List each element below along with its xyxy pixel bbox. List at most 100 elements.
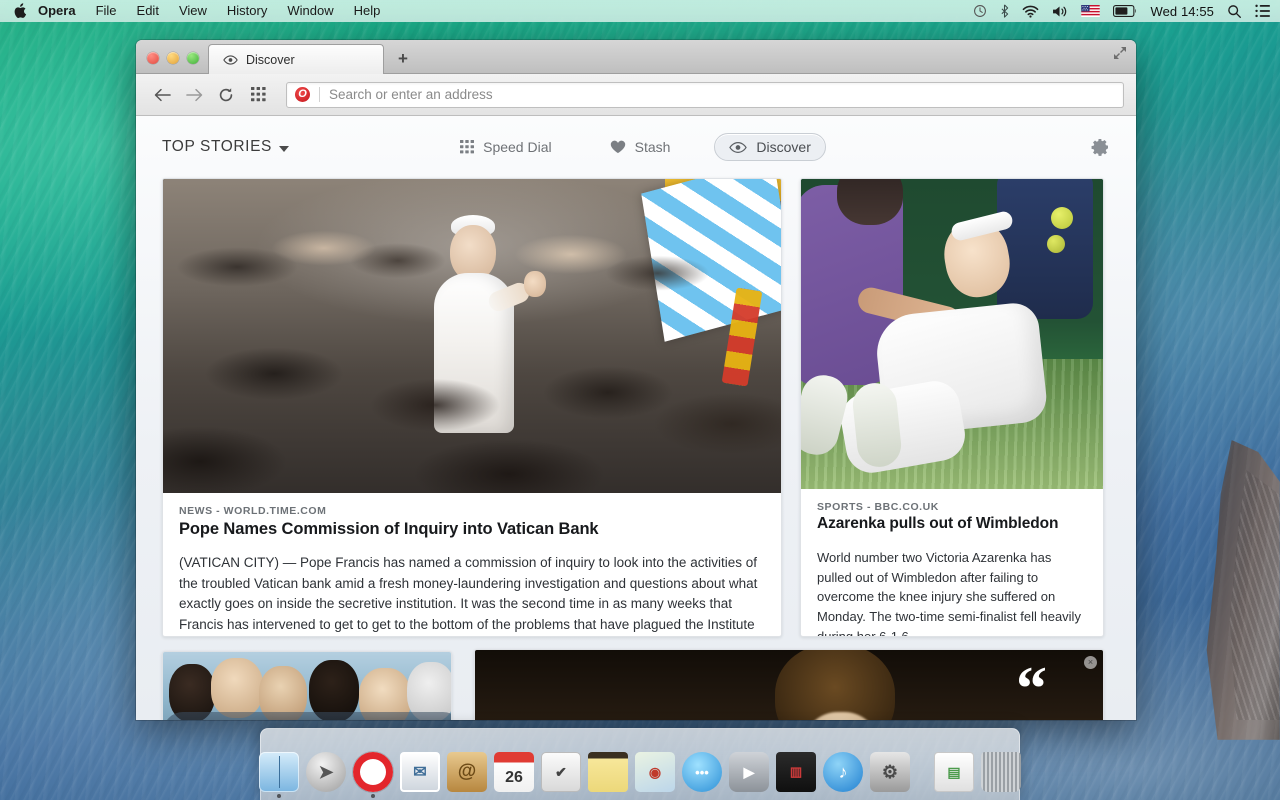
reload-icon[interactable]: [212, 81, 240, 109]
rocket-icon: ➤: [306, 752, 346, 792]
crowd-of-people-photo: [163, 652, 451, 720]
azarenka-on-grass-court-photo: [801, 179, 1103, 489]
window-controls: [136, 52, 208, 73]
music-note-icon: ♪: [823, 752, 863, 792]
zoom-window-button[interactable]: [187, 52, 199, 64]
article-card-bottom-right[interactable]: “ ×: [474, 649, 1104, 720]
crowd-heads-overlay: [163, 179, 781, 493]
running-indicator: [277, 794, 281, 798]
quote-glyph: “: [1016, 668, 1047, 711]
address-bar[interactable]: O Search or enter an address: [286, 82, 1124, 108]
video-camera-icon: ▶: [729, 752, 769, 792]
eye-icon: [729, 141, 747, 154]
discover-cards-grid: NEWS - WORLD.TIME.COM Pope Names Commiss…: [136, 178, 1136, 720]
tab-strip: Discover +: [136, 40, 1136, 74]
browser-toolbar: O Search or enter an address: [136, 74, 1136, 116]
mac-menu-bar: Opera File Edit View History Window Help: [0, 0, 1280, 22]
menu-item-edit[interactable]: Edit: [127, 0, 169, 22]
dock-item-mail[interactable]: ✉: [400, 752, 440, 792]
wifi-icon[interactable]: [1022, 5, 1039, 18]
tab-title: Discover: [246, 53, 295, 67]
nav-discover-label: Discover: [756, 139, 810, 155]
gear-icon[interactable]: [1090, 137, 1110, 157]
menu-item-help[interactable]: Help: [344, 0, 391, 22]
article-card-azarenka[interactable]: SPORTS - BBC.CO.UK Azarenka pulls out of…: [800, 178, 1104, 637]
spotlight-search-icon[interactable]: [1227, 4, 1242, 19]
menu-item-window[interactable]: Window: [277, 0, 343, 22]
bluetooth-icon[interactable]: [1000, 4, 1009, 18]
discover-nav-tabs: Speed Dial Stash Discover: [436, 133, 836, 161]
card-excerpt: World number two Victoria Azarenka has p…: [817, 548, 1087, 637]
dock-item-photo-booth[interactable]: ▥: [776, 752, 816, 792]
discover-nav-bar: TOP STORIES Speed Dial: [136, 116, 1136, 178]
dock-item-itunes[interactable]: ♪: [823, 752, 863, 792]
card-kicker: SPORTS - BBC.CO.UK: [817, 501, 1087, 513]
wallpaper-cliff-texture: [1224, 470, 1280, 720]
menu-item-view[interactable]: View: [169, 0, 217, 22]
minimize-window-button[interactable]: [167, 52, 179, 64]
new-tab-button[interactable]: +: [388, 45, 418, 73]
dock-item-documents[interactable]: ▤: [934, 752, 974, 792]
us-flag-input-icon[interactable]: [1081, 5, 1100, 17]
dock-item-launchpad[interactable]: ➤: [306, 752, 346, 792]
opera-logo-icon: O: [295, 87, 310, 102]
wallpaper-cliff-rock: [1202, 440, 1280, 740]
nav-speed-dial-label: Speed Dial: [483, 139, 552, 155]
nav-speed-dial[interactable]: Speed Dial: [446, 134, 566, 160]
search-input[interactable]: Search or enter an address: [329, 87, 493, 102]
discover-page: TOP STORIES Speed Dial: [136, 116, 1136, 720]
dock-item-reminders[interactable]: ✔: [541, 752, 581, 792]
gear-icon: ⚙: [870, 752, 910, 792]
dock-item-maps[interactable]: ◉: [635, 752, 675, 792]
battery-icon[interactable]: [1113, 5, 1137, 17]
dock-item-system-preferences[interactable]: ⚙: [870, 752, 910, 792]
card-body: NEWS - WORLD.TIME.COM Pope Names Commiss…: [163, 493, 781, 637]
speed-dial-grid-icon[interactable]: [244, 81, 272, 109]
crowd-foreground: [163, 712, 451, 720]
menu-bar-clock[interactable]: Wed 14:55: [1150, 4, 1214, 19]
dock-item-opera[interactable]: [353, 752, 393, 792]
dock-item-finder[interactable]: [259, 752, 299, 792]
article-card-pope[interactable]: NEWS - WORLD.TIME.COM Pope Names Commiss…: [162, 178, 782, 637]
top-stories-dropdown[interactable]: TOP STORIES: [162, 138, 289, 156]
notification-center-icon[interactable]: [1255, 4, 1271, 18]
apple-logo-icon[interactable]: [13, 3, 27, 19]
close-icon[interactable]: ×: [1084, 656, 1097, 669]
dock-item-messages[interactable]: •••: [682, 752, 722, 792]
top-stories-label: TOP STORIES: [162, 138, 272, 156]
card-headline[interactable]: Azarenka pulls out of Wimbledon: [817, 515, 1087, 534]
card-kicker: NEWS - WORLD.TIME.COM: [179, 505, 765, 517]
time-machine-icon[interactable]: [973, 4, 987, 18]
dock-item-facetime[interactable]: ▶: [729, 752, 769, 792]
fullscreen-expand-icon[interactable]: [1113, 46, 1136, 73]
nav-stash[interactable]: Stash: [596, 134, 685, 160]
close-window-button[interactable]: [147, 52, 159, 64]
at-sign-icon: @: [447, 752, 487, 792]
volume-icon[interactable]: [1052, 5, 1068, 18]
mac-dock: ➤ ✉ @ 26 ✔ ◉ ••• ▶ ▥ ♪ ⚙ ▤: [260, 728, 1020, 800]
dock-item-calendar[interactable]: 26: [494, 752, 534, 792]
dock-item-notes[interactable]: [588, 752, 628, 792]
menu-item-opera[interactable]: Opera: [38, 0, 86, 22]
tennis-court-background: [801, 179, 1103, 489]
card-headline[interactable]: Pope Names Commission of Inquiry into Va…: [179, 519, 765, 539]
compass-icon: ◉: [635, 752, 675, 792]
menu-item-file[interactable]: File: [86, 0, 127, 22]
document-icon: ▤: [935, 753, 973, 791]
forward-arrow-icon[interactable]: [180, 81, 208, 109]
tab-discover[interactable]: Discover: [208, 44, 384, 74]
grid-icon: [460, 140, 474, 154]
menu-item-history[interactable]: History: [217, 0, 277, 22]
photo-strip-icon: ▥: [776, 752, 816, 792]
address-bar-divider: [319, 87, 320, 102]
article-card-bottom-left[interactable]: [162, 651, 452, 720]
portrait-hair: [775, 650, 895, 720]
person-head: [309, 660, 359, 720]
nav-discover[interactable]: Discover: [714, 133, 825, 161]
dock-item-trash[interactable]: [981, 752, 1021, 792]
opera-browser-window: Discover + O Search or enter an add: [136, 40, 1136, 720]
dock-item-contacts[interactable]: @: [447, 752, 487, 792]
chevron-down-icon: [279, 146, 289, 152]
stamp-icon: ✉: [402, 754, 438, 790]
back-arrow-icon[interactable]: [148, 81, 176, 109]
